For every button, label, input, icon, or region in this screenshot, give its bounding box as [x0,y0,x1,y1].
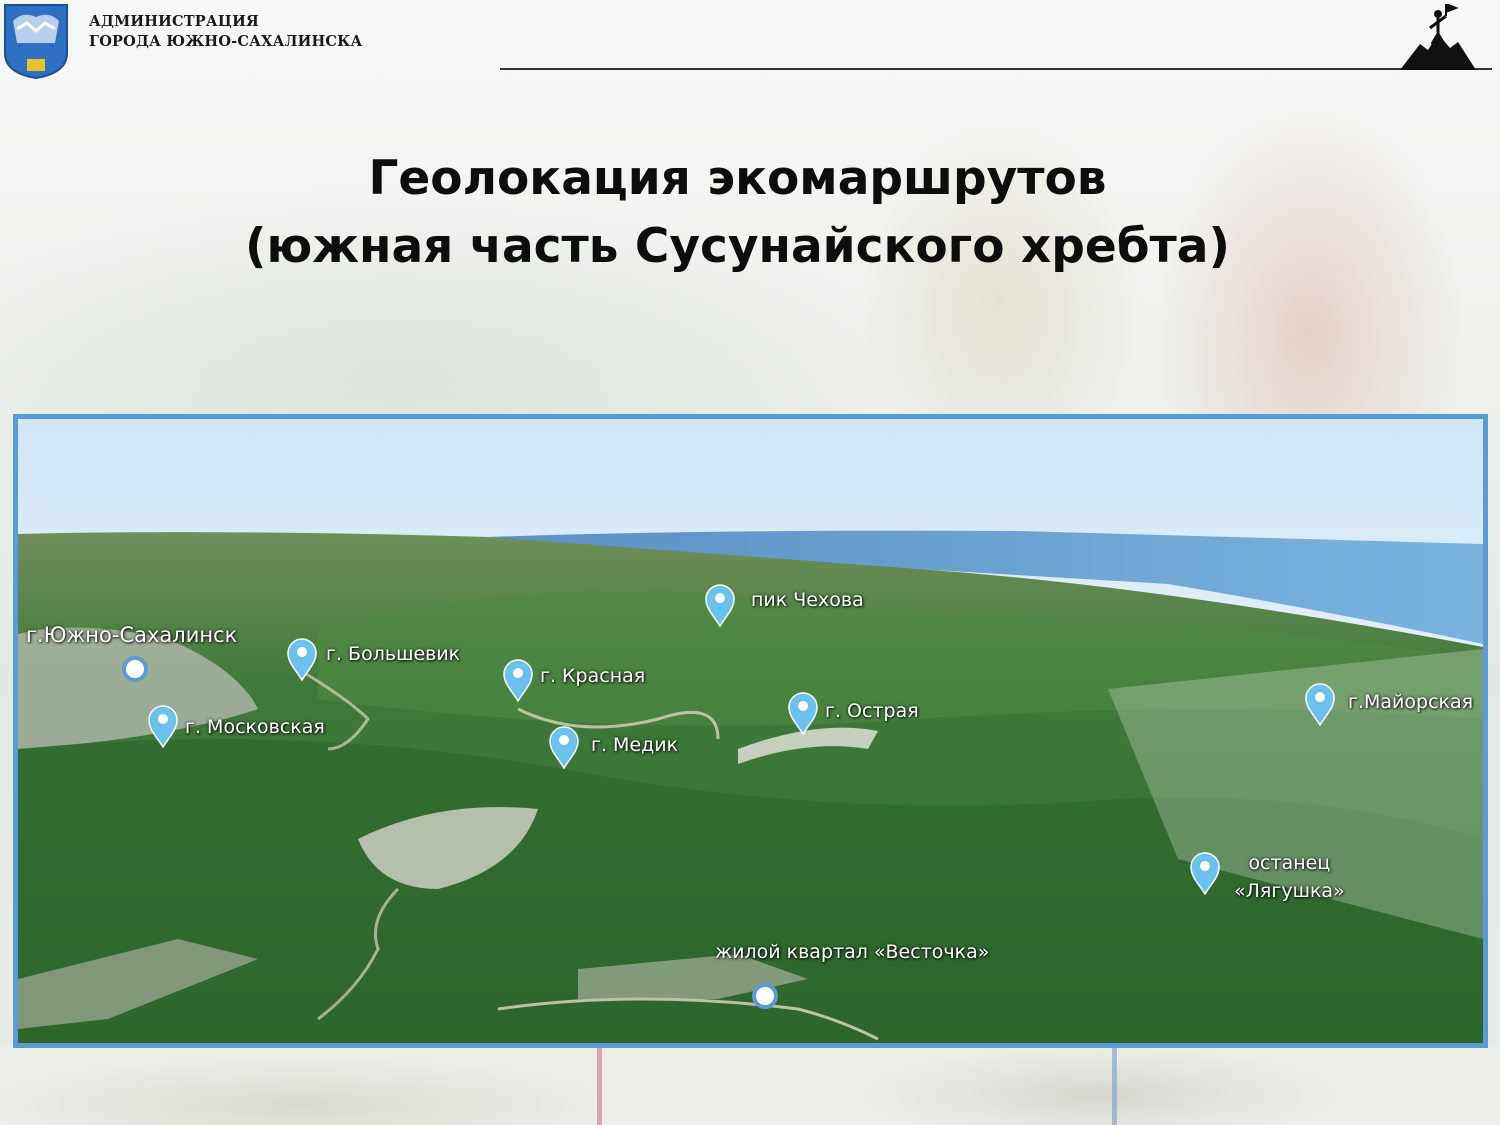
trekking-pole [597,1045,602,1125]
background-photo-bottom [0,1045,1500,1125]
district-location-dot[interactable] [752,983,778,1009]
map-pin-icon[interactable] [502,658,534,702]
map-pin-icon[interactable] [787,691,819,735]
label-chekhov-peak: пик Чехова [751,589,864,611]
org-name-line-1: АДМИНИСТРАЦИЯ [89,13,259,30]
label-medik: г. Медик [591,734,679,756]
title-line-1: Геолокация экомаршрутов [368,151,1107,206]
label-yuzhno-sakhalinsk: г.Южно-Сахалинск [26,623,238,647]
title-line-2: (южная часть Сусунайского хребта) [245,219,1230,274]
organization-name: АДМИНИСТРАЦИЯ ГОРОДА ЮЖНО-САХАЛИНСКА [89,12,363,52]
label-krasnaya: г. Красная [540,665,646,687]
label-mayorskaya: г.Майорская [1348,691,1474,713]
label-lyagushka: останец «Лягушка» [1234,849,1345,905]
page-title: Геолокация экомаршрутов (южная часть Сус… [0,145,1475,281]
map-pin-icon[interactable] [147,704,179,748]
org-name-line-2: ГОРОДА ЮЖНО-САХАЛИНСКА [89,33,363,50]
map-pin-icon[interactable] [704,583,736,627]
map-pin-icon[interactable] [1304,682,1336,726]
city-coat-of-arms-icon [4,4,68,79]
label-lyagushka-line-1: останец [1248,852,1331,874]
aerial-map: г.Южно-Сахалинск г. Большевик пик Чехова… [13,414,1488,1048]
label-lyagushka-line-2: «Лягушка» [1234,880,1345,902]
map-pin-icon[interactable] [1189,851,1221,895]
map-pin-icon[interactable] [286,637,318,681]
map-pin-icon[interactable] [548,725,580,769]
label-moskovskaya: г. Московская [185,716,325,738]
hiker-on-summit-icon [1400,4,1476,70]
city-location-dot[interactable] [122,656,148,682]
label-ostraya: г. Острая [825,700,919,722]
label-vestochka: жилой квартал «Весточка» [715,941,990,963]
label-bolshevik: г. Большевик [326,643,461,665]
header-divider [500,68,1492,70]
trekking-pole [1112,1045,1117,1125]
